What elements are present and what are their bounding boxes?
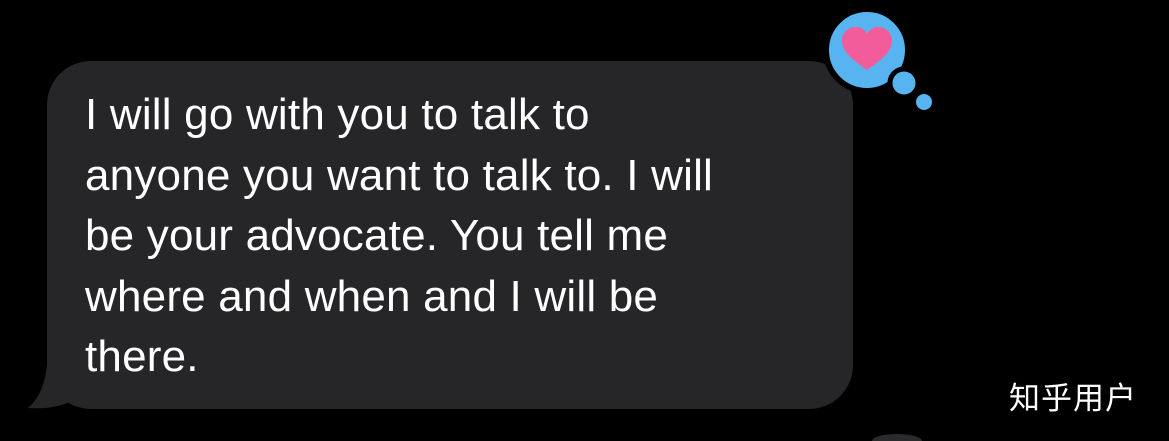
tapback-reaction[interactable] bbox=[818, 6, 936, 110]
tapback-badge bbox=[823, 6, 932, 110]
next-message-hint bbox=[872, 434, 922, 441]
message-text: I will go with you to talk to anyone you… bbox=[85, 90, 714, 381]
conversation-view: I will go with you to talk to anyone you… bbox=[0, 0, 1169, 441]
watermark: 知乎用户 bbox=[1009, 381, 1137, 417]
received-message-bubble[interactable]: I will go with you to talk to anyone you… bbox=[47, 61, 853, 409]
